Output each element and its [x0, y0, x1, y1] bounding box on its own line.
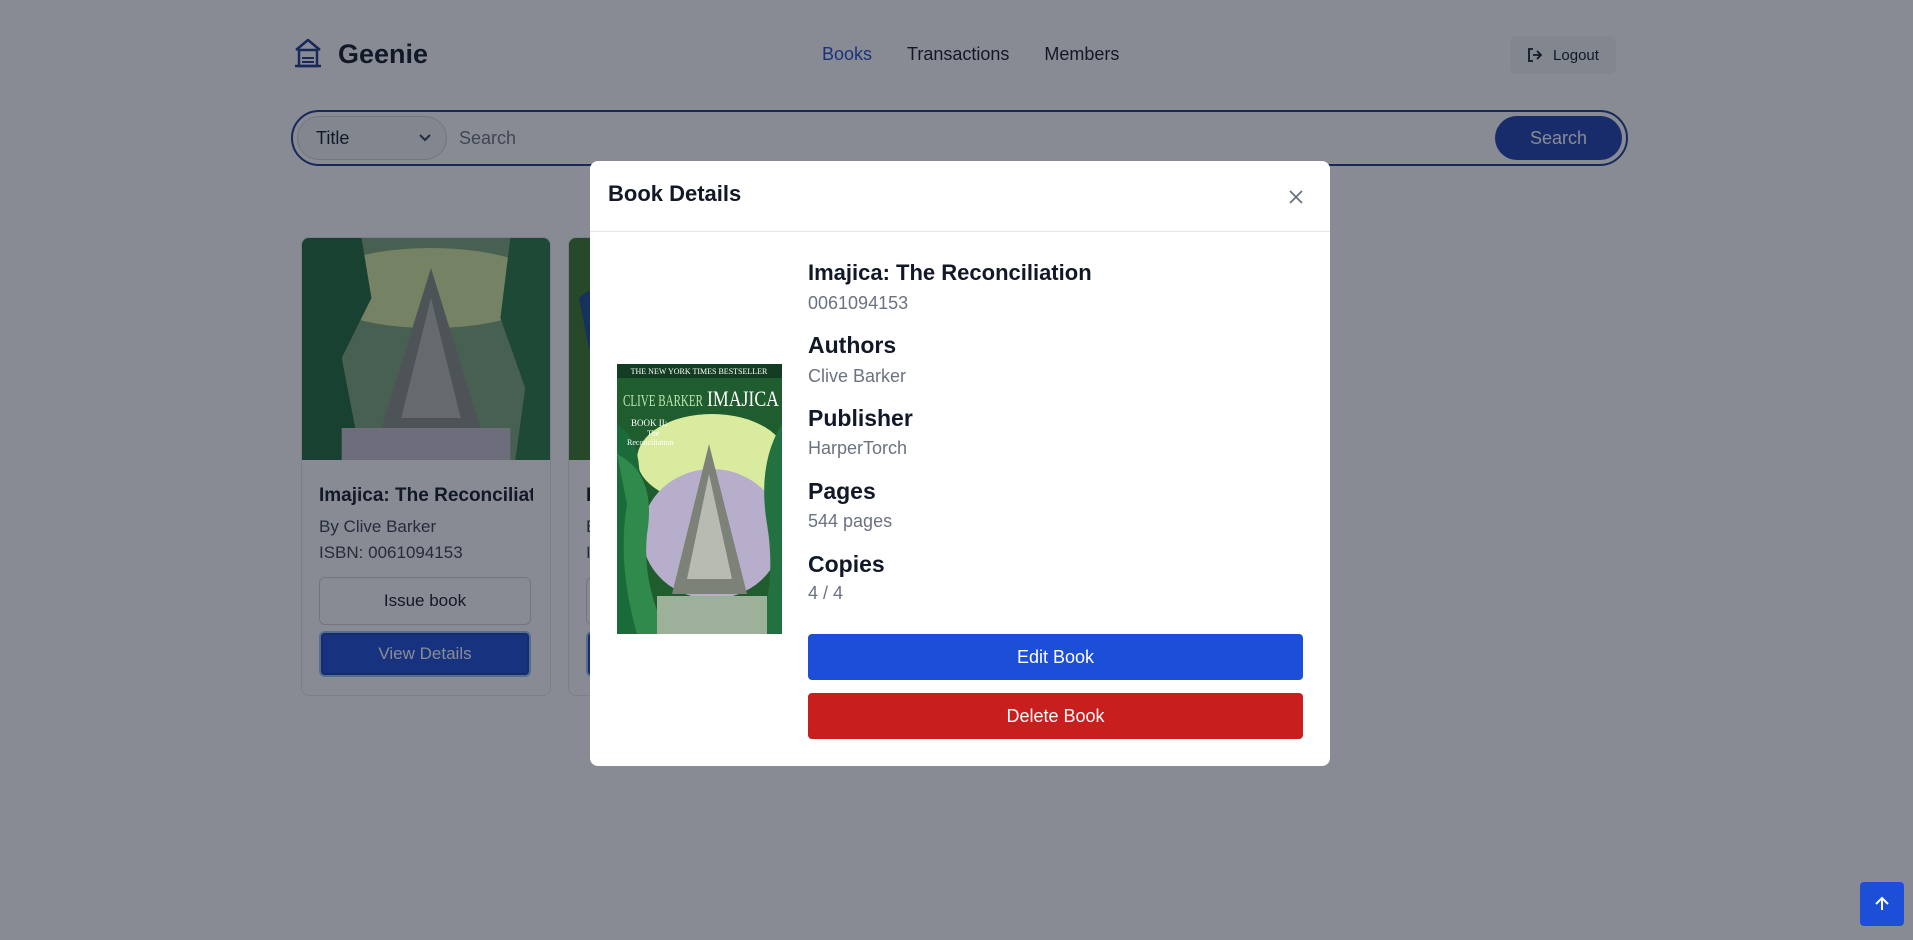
book-details-modal: Book Details THE NEW YORK TIMES BESTSELL… [590, 161, 1330, 766]
authors-heading: Authors [808, 332, 897, 358]
delete-book-button[interactable]: Delete Book [808, 693, 1303, 739]
cover-banner: THE NEW YORK TIMES BESTSELLER [631, 367, 768, 376]
publisher-heading: Publisher [808, 405, 913, 431]
book-isbn: 0061094153 [808, 293, 909, 313]
modal-title: Book Details [608, 181, 742, 206]
modal-header: Book Details [590, 161, 1330, 232]
book-cover-image: THE NEW YORK TIMES BESTSELLER CLIVE BARK… [617, 364, 782, 634]
pages-heading: Pages [808, 478, 876, 504]
copies-heading: Copies [808, 551, 885, 577]
cover-author: CLIVE BARKER [623, 391, 703, 410]
arrow-up-icon [1875, 896, 1889, 910]
publisher-value: HarperTorch [808, 438, 908, 458]
copies-value: 4 / 4 [808, 583, 844, 603]
cover-title: IMAJICA [707, 386, 779, 411]
close-icon [1289, 190, 1303, 204]
scroll-to-top-button[interactable] [1860, 882, 1904, 926]
edit-book-button[interactable]: Edit Book [808, 634, 1303, 680]
cover-subtitle-1: The [647, 429, 660, 438]
pages-value: 544 pages [808, 511, 893, 531]
cover-book: BOOK II: [631, 418, 667, 428]
cover-subtitle-2: Reconciliation [627, 438, 674, 447]
close-button[interactable] [1284, 185, 1308, 209]
book-title: Imajica: The Reconciliation [808, 260, 1092, 285]
authors-value: Clive Barker [808, 366, 907, 386]
